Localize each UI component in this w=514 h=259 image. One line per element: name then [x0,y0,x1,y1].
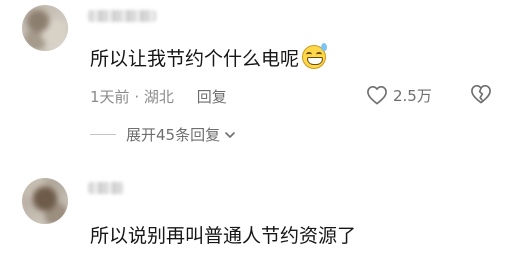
chevron-down-icon [225,131,235,138]
like-button[interactable]: 2.5万 [366,84,432,106]
username-blurred[interactable] [88,182,124,194]
dislike-button[interactable] [470,84,492,108]
comment-meta: 1天前 · 湖北 回复 [90,86,227,107]
comment-text: 所以说别再叫普通人节约资源了 [90,224,356,248]
expand-replies-button[interactable]: 展开45条回复 [90,124,236,145]
avatar[interactable] [22,5,68,51]
like-count: 2.5万 [393,86,432,105]
comment-time: 1天前 [90,88,130,106]
username-blurred[interactable] [88,10,156,22]
heart-icon [367,86,387,105]
meta-separator: · [134,88,140,106]
reply-button[interactable]: 回复 [197,88,227,106]
comment-body: 所以说别再叫普通人节约资源了 [90,225,357,247]
expand-replies-label: 展开45条回复 [126,126,221,144]
grinning-sweat-emoji-icon [302,43,328,69]
avatar[interactable] [22,178,68,224]
divider-line [90,134,116,135]
comment-body: 所以让我节约个什么电呢 [90,48,300,70]
comment-location: 湖北 [143,88,174,106]
broken-heart-icon [471,85,491,104]
comment-text: 所以让我节约个什么电呢 [90,43,328,71]
